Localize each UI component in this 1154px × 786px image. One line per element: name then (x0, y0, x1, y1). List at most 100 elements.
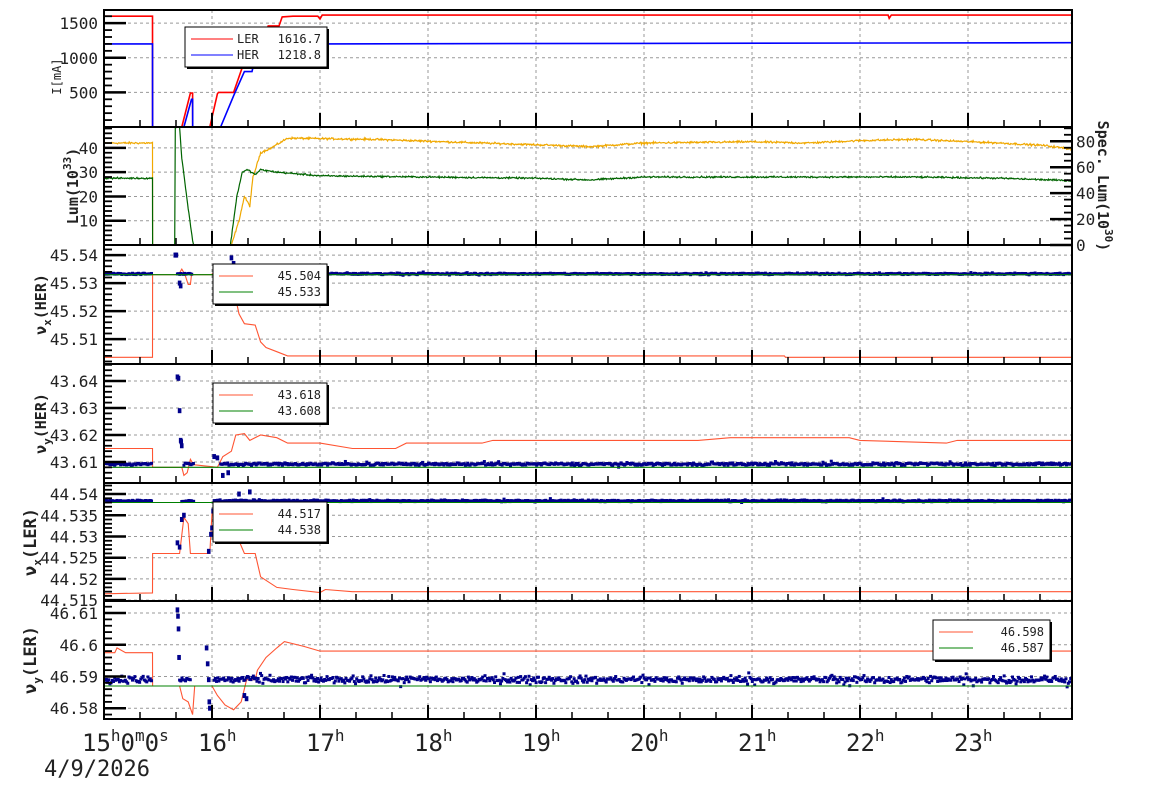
scatter-point (177, 654, 181, 660)
scatter-point (256, 676, 260, 680)
scatter-point (244, 696, 249, 702)
y-axis-label: Lum(1033) (61, 148, 82, 224)
scatter-point (177, 544, 182, 550)
scatter-point (999, 676, 1003, 680)
x-tick-label: 22h (846, 726, 885, 757)
panels: 50010001500I[mA]LER 1616.7HER 1218.8102030… (21, 9, 1115, 720)
y-tick-label: 45.54 (50, 246, 98, 265)
y-tick-label: 43.62 (50, 426, 98, 445)
scatter-point (1045, 675, 1049, 679)
y-tick-label: 44.54 (50, 485, 98, 504)
hour-suffix: h (227, 726, 237, 745)
scatter-point (354, 682, 358, 686)
scatter-point (665, 676, 669, 680)
hour-value: 18 (414, 729, 443, 757)
scatter-point (150, 679, 154, 683)
label-end: (HER) (32, 393, 50, 438)
scatter-point (174, 252, 179, 258)
scatter-point (872, 676, 875, 680)
y-tick-label: 44.525 (40, 549, 98, 568)
y-tick-label: 45.52 (50, 302, 98, 321)
series-line-spec-lum (104, 127, 1072, 245)
series-line-lum (104, 135, 1072, 245)
scatter-point (837, 680, 841, 684)
scatter-point (564, 681, 568, 685)
x-tick-label: 16h (198, 726, 237, 757)
scatter-point (369, 674, 373, 678)
legend: LER 1616.7 HER 1218.8 (184, 26, 329, 69)
scatter-point (286, 680, 290, 684)
scatter-point (611, 679, 615, 683)
scatter-point (604, 680, 608, 684)
scatter-point (141, 674, 145, 678)
scatter-point (301, 676, 305, 680)
scatter-point (325, 675, 329, 679)
label-nu: ν (32, 326, 50, 335)
hour-suffix: h (875, 726, 885, 745)
right-y-tick-label: 60 (1076, 158, 1095, 177)
label-base: Spec. Lum(10 (1094, 121, 1112, 229)
scatter-point (226, 470, 230, 476)
scatter-point (552, 681, 556, 685)
hour-suffix: h (659, 726, 669, 745)
x-tick-label: 20h (630, 726, 669, 757)
y-tick-label: 500 (69, 83, 98, 102)
panel-nuy-her: 43.6143.6243.6343.64νy(HER) 43.61843.608 (32, 363, 1073, 484)
scatter-point (207, 699, 212, 705)
scatter-point (584, 674, 588, 678)
label-nu: ν (21, 566, 41, 576)
scatter-point (204, 645, 209, 651)
panel-frame (103, 600, 1073, 720)
scatter-point (1002, 674, 1006, 678)
hour-value: 23 (954, 729, 983, 757)
scatter-point (534, 681, 538, 685)
scatter-point (179, 443, 184, 449)
y-tick-label: 46.61 (50, 604, 98, 623)
scatter-point (396, 679, 400, 683)
y-tick-label: 46.58 (50, 699, 98, 718)
x-axis-date: 4/9/2026 (44, 757, 150, 782)
scatter-point (523, 675, 527, 679)
legend-label: HER (237, 48, 259, 62)
scatter-point (351, 674, 355, 678)
hour-value: 20 (630, 729, 659, 757)
hour-value: 21 (738, 729, 767, 757)
legend: 46.598 46.587 (932, 619, 1052, 662)
panel-current: 500 1000 1500 I[mA] LER 1616.7 HER 1218.8 (50, 9, 1073, 128)
scatter-point (494, 675, 498, 679)
scatter-point (175, 607, 180, 613)
scatter-point (182, 512, 186, 518)
scatter-point (996, 681, 1000, 685)
scatter-point (590, 679, 594, 683)
legend: 43.618 43.608 (212, 382, 329, 425)
right-y-tick-label: 0 (1076, 236, 1086, 255)
x-tick-label: 18h (414, 726, 453, 757)
scatter-point (382, 674, 386, 678)
label-nu: ν (21, 684, 41, 694)
y-tick-label: 44.53 (50, 527, 98, 546)
scatter-point (367, 680, 371, 684)
y-tick-label: 43.64 (50, 372, 98, 391)
scatter-point (176, 375, 181, 381)
first-sec: 0 (145, 729, 159, 757)
scatter-point (306, 678, 310, 682)
scatter-point (260, 674, 264, 678)
scatter-point (991, 675, 995, 679)
x-tick-label: 23h (954, 726, 993, 757)
scatter-point (526, 678, 530, 682)
label-nu: ν (32, 445, 50, 454)
scatter-point (729, 674, 733, 678)
series-line-set (104, 433, 1072, 477)
y-tick-label: 45.53 (50, 274, 98, 293)
scatter-point (206, 677, 211, 683)
scatter-point (176, 613, 180, 619)
legend-value: 45.504 (278, 269, 321, 283)
scatter-point (407, 680, 411, 684)
scatter-point (331, 676, 335, 680)
scatter-point (594, 675, 598, 679)
scatter-point (333, 679, 337, 683)
scatter-point (632, 675, 636, 679)
scatter-point (126, 681, 130, 685)
scatter-point (855, 680, 859, 684)
scatter-point (387, 674, 391, 678)
